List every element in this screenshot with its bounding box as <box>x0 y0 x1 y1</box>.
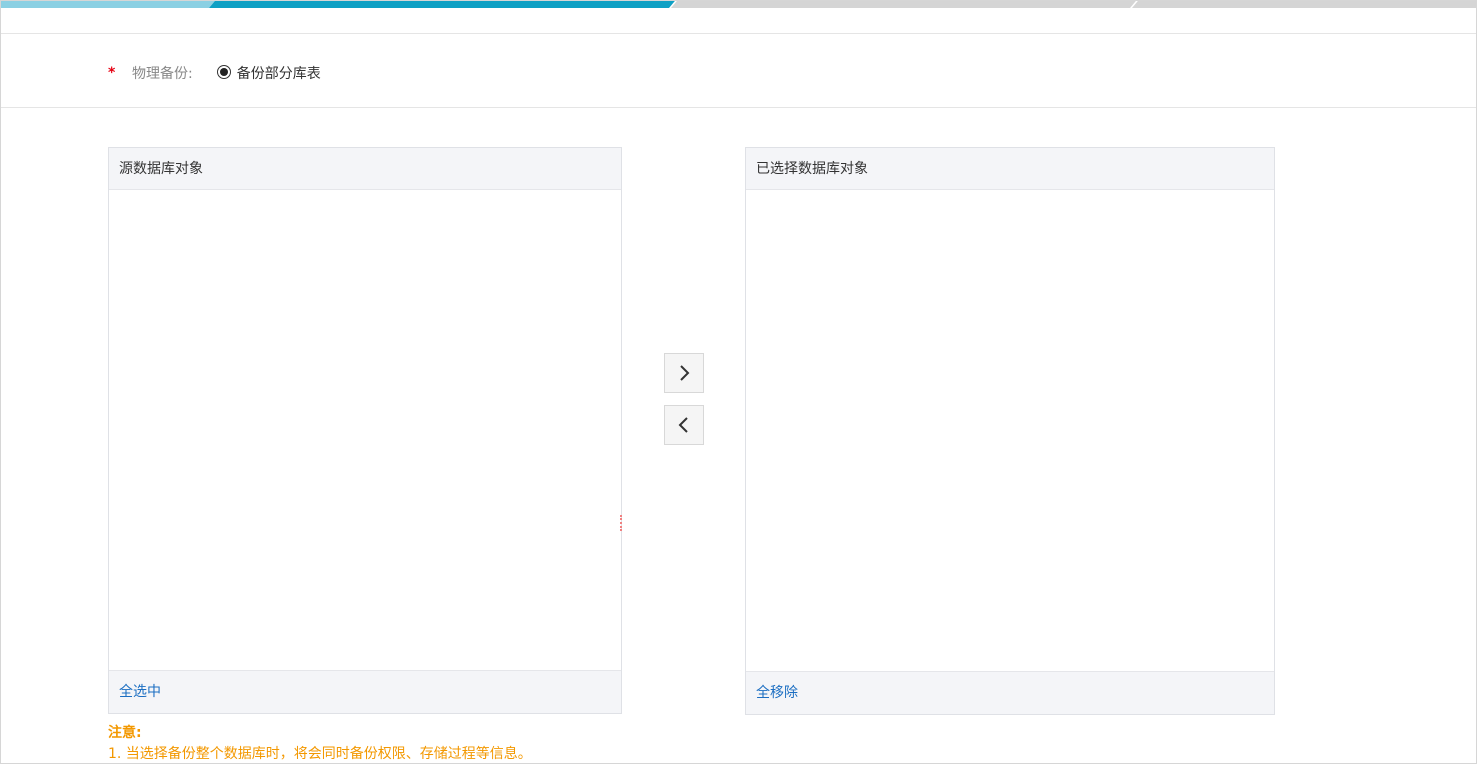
page-frame: * 物理备份: 备份部分库表 源数据库对象 全选中 已选择数据库对象 全移除 注… <box>0 0 1477 764</box>
source-objects-panel: 源数据库对象 全选中 <box>108 147 622 714</box>
divider <box>1 33 1476 34</box>
chevron-right-icon <box>680 365 690 381</box>
chevron-left-icon <box>678 417 688 433</box>
notice-line: 1. 当选择备份整个数据库时，将会同时备份权限、存储过程等信息。 <box>108 746 532 762</box>
required-mark: * <box>108 65 116 81</box>
selected-objects-list[interactable] <box>746 190 1274 671</box>
source-panel-footer: 全选中 <box>109 670 621 713</box>
step-progress-bar <box>1 1 1476 9</box>
radio-selected-icon[interactable] <box>216 64 231 79</box>
backup-type-label: 物理备份: <box>132 66 193 82</box>
step-3 <box>671 1 1155 8</box>
backup-partial-label: 备份部分库表 <box>236 66 321 82</box>
divider <box>1 107 1476 108</box>
selected-panel-title: 已选择数据库对象 <box>746 148 1274 190</box>
backup-partial-radio[interactable]: 备份部分库表 <box>216 63 321 83</box>
decorative-marker <box>620 515 622 531</box>
notice: 注意: 1. 当选择备份整个数据库时，将会同时备份权限、存储过程等信息。 <box>108 723 532 763</box>
backup-type-row: * 物理备份: 备份部分库表 <box>108 61 321 85</box>
source-objects-list[interactable] <box>109 190 621 670</box>
select-all-link[interactable]: 全选中 <box>119 684 161 700</box>
selected-panel-footer: 全移除 <box>746 671 1274 714</box>
selected-objects-panel: 已选择数据库对象 全移除 <box>745 147 1275 715</box>
source-panel-title: 源数据库对象 <box>109 148 621 190</box>
step-4 <box>1132 1 1476 8</box>
remove-all-link[interactable]: 全移除 <box>756 685 798 701</box>
step-2-active <box>209 1 694 8</box>
move-left-button[interactable] <box>664 405 704 445</box>
step-1 <box>1 1 234 8</box>
notice-title: 注意: <box>108 725 142 741</box>
move-right-button[interactable] <box>664 353 704 393</box>
